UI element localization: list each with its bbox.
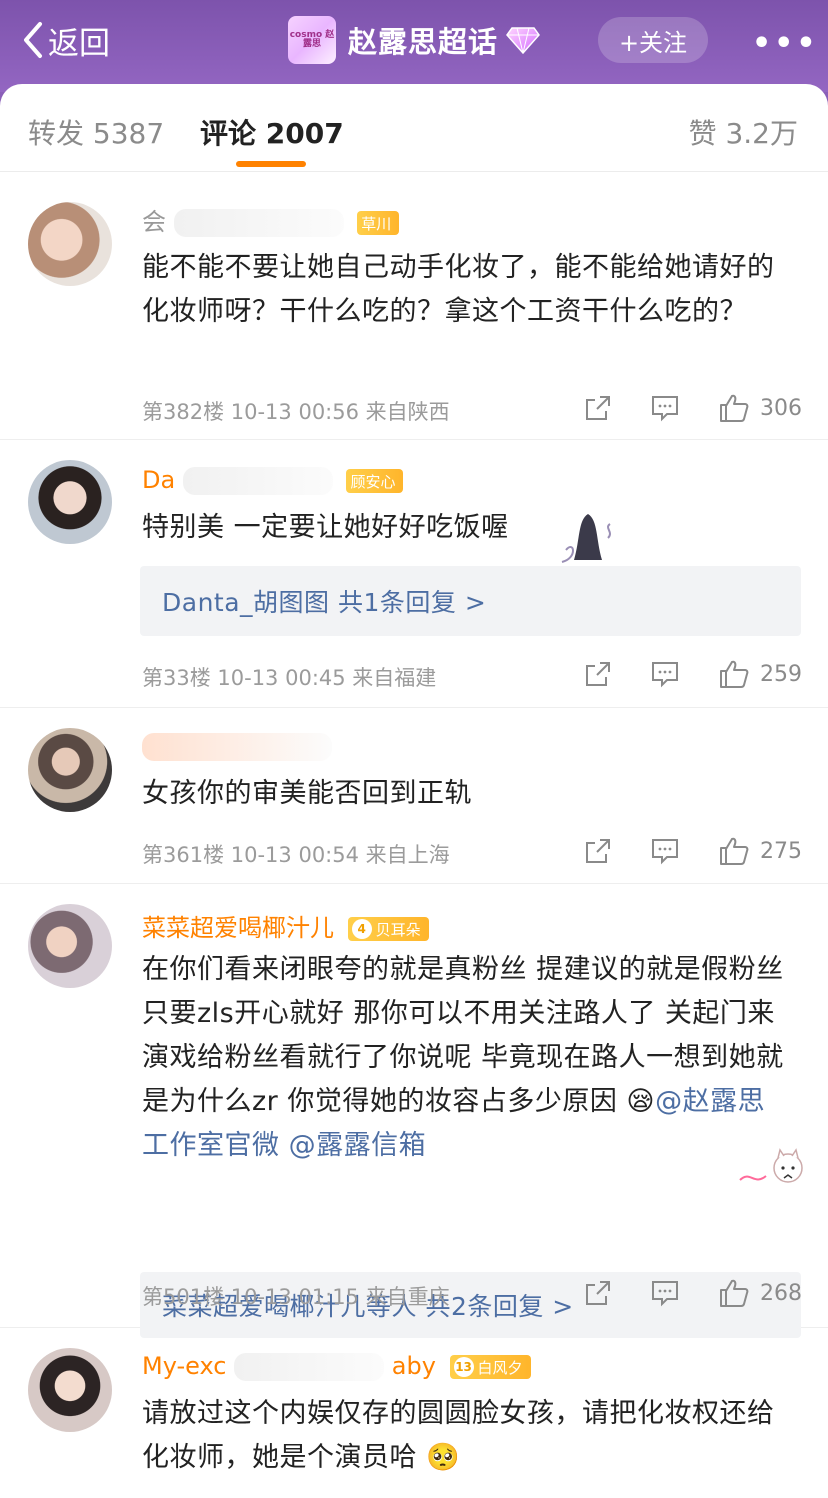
back-label: 返回 <box>48 25 110 62</box>
tab-bar: 转发 5387 评论 2007 赞 3.2万 <box>0 84 828 172</box>
gem-icon <box>506 27 540 54</box>
comment-item: 会 草川 能不能不要让她自己动手化妆了，能不能给她请好的化妆师呀？干什么吃的？拿… <box>0 172 828 440</box>
fan-badge: 草川 <box>357 211 400 235</box>
avatar[interactable] <box>28 728 112 812</box>
thumbs-up-icon[interactable] <box>718 836 750 866</box>
follow-button[interactable]: +关注 <box>598 17 708 63</box>
comment-actions: 306 <box>546 392 802 424</box>
back-button[interactable]: 返回 <box>22 18 110 62</box>
like-count: 275 <box>760 838 802 864</box>
comment-username[interactable]: Da 顾安心 <box>142 466 404 495</box>
like-count: 259 <box>760 661 802 687</box>
comment-actions: 268 <box>546 1277 802 1309</box>
like-count: 268 <box>760 1280 802 1306</box>
tab-likes[interactable]: 赞 3.2万 <box>689 112 798 152</box>
comment-actions: 275 <box>546 835 802 867</box>
comment-text: 女孩你的审美能否回到正轨 <box>142 778 472 809</box>
username-tail: aby <box>391 1352 436 1380</box>
share-icon[interactable] <box>584 837 612 865</box>
avatar[interactable] <box>28 202 112 286</box>
comment-username[interactable]: My-exc aby 13 白风夕 <box>142 1352 531 1381</box>
tab-comments[interactable]: 评论 2007 <box>200 112 344 152</box>
comment-item: 女孩你的审美能否回到正轨 第361楼 10-13 00:54 来自上海 275 <box>0 708 828 884</box>
username-blur <box>182 467 333 495</box>
fan-badge-level: 4 <box>351 919 372 939</box>
share-icon[interactable] <box>584 660 612 688</box>
username-text: My-exc <box>142 1352 227 1380</box>
username-text: 会 <box>142 208 166 236</box>
comment-meta: 第382楼 10-13 00:56 来自陕西 <box>142 400 450 424</box>
comment-icon[interactable] <box>650 1279 680 1307</box>
avatar[interactable] <box>28 1348 112 1432</box>
comment-meta: 第33楼 10-13 00:45 来自福建 <box>142 666 437 690</box>
topic-thumb-text: cosmo 赵露思 <box>289 29 335 49</box>
fan-badge: 4 贝耳朵 <box>347 917 429 941</box>
sticker-icon <box>561 514 611 563</box>
like-count: 306 <box>760 395 802 421</box>
avatar[interactable] <box>28 460 112 544</box>
fan-badge-label: 草川 <box>361 214 392 233</box>
mention-link[interactable]: @露露信箱 <box>289 1130 427 1161</box>
username-blur <box>142 733 332 761</box>
comment-item: Da 顾安心 特别美 一定要让她好好吃饭喔 Danta_胡图图 共1条回复 > … <box>0 440 828 708</box>
fan-badge: 13 白风夕 <box>449 1355 531 1379</box>
share-icon[interactable] <box>584 394 612 422</box>
cat-sticker-icon <box>739 1148 803 1183</box>
comment-icon[interactable] <box>650 660 680 688</box>
fan-badge-label: 贝耳朵 <box>375 920 421 939</box>
active-tab-indicator <box>236 161 306 167</box>
tab-repost[interactable]: 转发 5387 <box>28 112 164 152</box>
reply-summary-link[interactable]: Danta_胡图图 共1条回复 > <box>140 566 801 636</box>
username-blur <box>234 1353 385 1381</box>
username-text: 菜菜超爱喝椰汁儿 <box>142 914 334 942</box>
comment-meta: 第361楼 10-13 00:54 来自上海 <box>142 843 450 867</box>
fan-badge-label: 顾安心 <box>350 472 396 491</box>
comment-meta: 第501楼 10-13 01:15 来自重庆 <box>142 1285 450 1309</box>
comment-username[interactable]: 会 草川 <box>142 202 400 237</box>
comment-icon[interactable] <box>650 837 680 865</box>
comment-text: 特别美 一定要让她好好吃饭喔 <box>142 512 509 543</box>
top-bar: 返回 cosmo 赵露思 赵露思超话 +关注 ••• <box>0 0 828 92</box>
thumbs-up-icon[interactable] <box>718 1278 750 1308</box>
comment-username[interactable] <box>142 732 332 761</box>
share-icon[interactable] <box>584 1279 612 1307</box>
thumbs-up-icon[interactable] <box>718 393 750 423</box>
text-space <box>280 1130 289 1161</box>
comment-icon[interactable] <box>650 394 680 422</box>
fan-badge: 顾安心 <box>346 469 404 493</box>
topic-thumbnail: cosmo 赵露思 <box>288 16 336 64</box>
comment-item: My-exc aby 13 白风夕 请放过这个内娱仅存的圆圆脸女孩，请把化妆权还给… <box>0 1328 828 1498</box>
avatar[interactable] <box>28 904 112 988</box>
comment-item: 菜菜超爱喝椰汁儿 4 贝耳朵 在你们看来闭眼夸的就是真粉丝 提建议的就是假粉丝 只… <box>0 884 828 1338</box>
comment-actions: 259 <box>546 658 802 690</box>
fan-badge-level: 13 <box>453 1357 474 1377</box>
topic-title[interactable]: cosmo 赵露思 赵露思超话 <box>288 16 540 64</box>
more-menu-button[interactable]: ••• <box>752 26 819 61</box>
comment-text: 能不能不要让她自己动手化妆了，能不能给她请好的化妆师呀？干什么吃的？拿这个工资干… <box>142 252 775 327</box>
username-blur <box>173 209 344 237</box>
thumbs-up-icon[interactable] <box>718 659 750 689</box>
comment-username[interactable]: 菜菜超爱喝椰汁儿 4 贝耳朵 <box>142 908 429 943</box>
comment-sheet: 转发 5387 评论 2007 赞 3.2万 会 草川 能不能不要让她自己动手化… <box>0 84 828 1498</box>
fan-badge-label: 白风夕 <box>477 1358 523 1377</box>
comment-text: 在你们看来闭眼夸的就是真粉丝 提建议的就是假粉丝 只要zls开心就好 那你可以不… <box>142 948 792 1168</box>
username-text: Da <box>142 466 176 494</box>
chevron-left-icon <box>24 22 42 58</box>
topic-name: 赵露思超话 <box>348 25 499 59</box>
comment-text: 请放过这个内娱仅存的圆圆脸女孩，请把化妆权还给化妆师，她是个演员哈 🥺 <box>142 1398 775 1473</box>
